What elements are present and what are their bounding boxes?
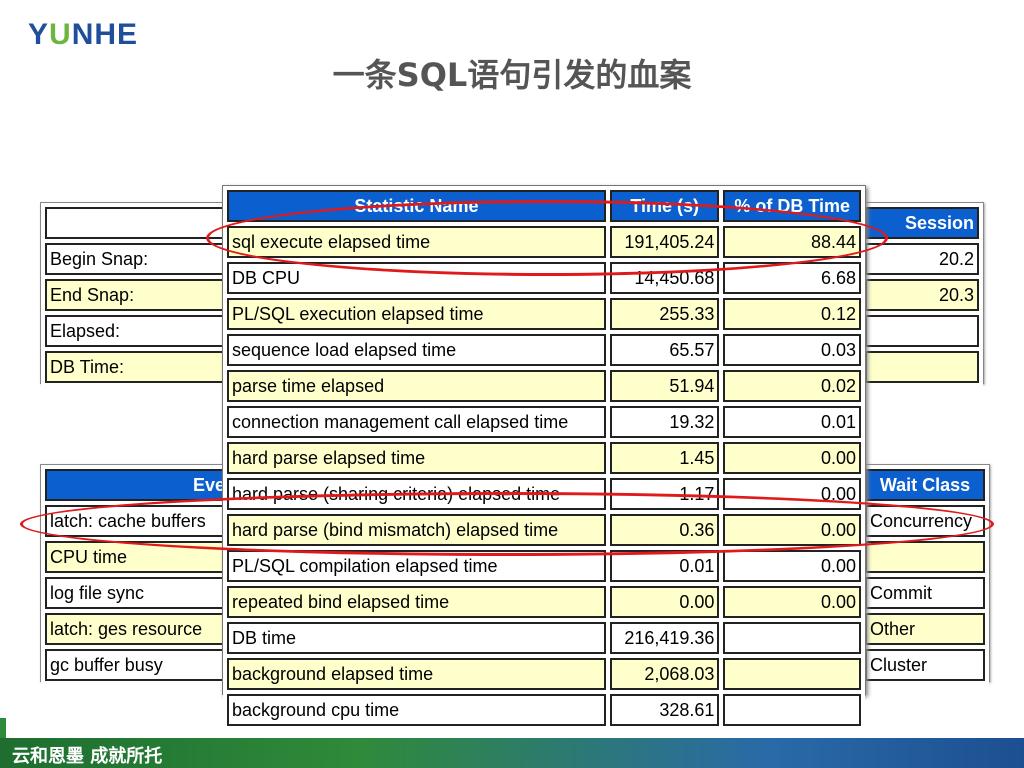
pct-db-time-cell <box>723 694 861 726</box>
pct-db-time-cell: 0.12 <box>723 298 861 330</box>
statistic-name-cell: background cpu time <box>227 694 606 726</box>
table-row: hard parse elapsed time 1.45 0.00 <box>227 442 861 474</box>
time-cell: 2,068.03 <box>609 658 720 690</box>
table-row: background elapsed time 2,068.03 <box>227 658 861 690</box>
time-cell: 19.32 <box>609 406 720 438</box>
table-row: PL/SQL compilation elapsed time 0.01 0.00 <box>227 550 861 582</box>
wait-class-header: Wait Class <box>865 469 985 501</box>
pct-db-time-cell: 0.02 <box>723 370 861 402</box>
pct-db-time-cell <box>723 658 861 690</box>
statistic-name-cell: parse time elapsed <box>227 370 606 402</box>
time-cell: 0.01 <box>609 550 720 582</box>
wait-class-row <box>865 541 985 573</box>
time-cell: 328.61 <box>609 694 720 726</box>
event-table-left: Event latch: cache buffers CPU time log … <box>40 464 252 685</box>
pct-db-time-cell: 0.00 <box>723 550 861 582</box>
header-time: Time (s) <box>609 190 720 222</box>
header-pct-db-time: % of DB Time <box>723 190 861 222</box>
snapshot-label: End Snap: <box>45 279 247 311</box>
statistic-name-cell: repeated bind elapsed time <box>227 586 606 618</box>
footer-slogan: 云和恩墨 成就所托 <box>12 746 163 767</box>
statistic-name-cell: hard parse elapsed time <box>227 442 606 474</box>
pct-db-time-cell: 6.68 <box>723 262 861 294</box>
header-statistic-name: Statistic Name <box>227 190 606 222</box>
time-cell: 51.94 <box>609 370 720 402</box>
statistic-name-cell: sequence load elapsed time <box>227 334 606 366</box>
wait-class-row: Other <box>865 613 985 645</box>
pct-db-time-cell: 0.01 <box>723 406 861 438</box>
event-row: CPU time <box>45 541 247 573</box>
pct-db-time-cell: 0.00 <box>723 478 861 510</box>
table-row: connection management call elapsed time 1… <box>227 406 861 438</box>
table-row: parse time elapsed 51.94 0.02 <box>227 370 861 402</box>
wait-class-row: Cluster <box>865 649 985 681</box>
statistic-name-cell: DB CPU <box>227 262 606 294</box>
session-value: 20.2 <box>865 243 979 275</box>
time-cell: 0.00 <box>609 586 720 618</box>
pct-db-time-cell: 0.00 <box>723 514 861 546</box>
time-cell: 0.36 <box>609 514 720 546</box>
session-value <box>865 315 979 347</box>
statistic-name-cell: PL/SQL compilation elapsed time <box>227 550 606 582</box>
snapshot-table-left: Begin Snap: End Snap: Elapsed: DB Time: <box>40 202 252 387</box>
table-row: hard parse (sharing criteria) elapsed ti… <box>227 478 861 510</box>
time-cell: 14,450.68 <box>609 262 720 294</box>
table-row: DB CPU 14,450.68 6.68 <box>227 262 861 294</box>
statistic-name-cell: PL/SQL execution elapsed time <box>227 298 606 330</box>
time-model-statistics-table: Statistic Name Time (s) % of DB Time sql… <box>222 185 866 730</box>
event-header: Event <box>45 469 247 501</box>
pct-db-time-cell <box>723 622 861 654</box>
company-logo: YUNHE <box>28 18 139 51</box>
snapshot-label: Elapsed: <box>45 315 247 347</box>
table-row: repeated bind elapsed time 0.00 0.00 <box>227 586 861 618</box>
table-row: background cpu time 328.61 <box>227 694 861 726</box>
pct-db-time-cell: 0.03 <box>723 334 861 366</box>
statistic-name-cell: DB time <box>227 622 606 654</box>
time-cell: 191,405.24 <box>609 226 720 258</box>
table-row: sequence load elapsed time 65.57 0.03 <box>227 334 861 366</box>
snapshot-blank-header <box>45 207 247 239</box>
pct-db-time-cell: 0.00 <box>723 442 861 474</box>
footer-bar: 云和恩墨 成就所托 <box>0 738 1024 768</box>
table-row: DB time 216,419.36 <box>227 622 861 654</box>
table-row: sql execute elapsed time 191,405.24 88.44 <box>227 226 861 258</box>
wait-class-row: Concurrency <box>865 505 985 537</box>
session-value: 20.3 <box>865 279 979 311</box>
pct-db-time-cell: 0.00 <box>723 586 861 618</box>
table-row: hard parse (bind mismatch) elapsed time 0… <box>227 514 861 546</box>
time-cell: 1.45 <box>609 442 720 474</box>
event-row: gc buffer busy <box>45 649 247 681</box>
event-row: log file sync <box>45 577 247 609</box>
statistic-name-cell: sql execute elapsed time <box>227 226 606 258</box>
time-cell: 65.57 <box>609 334 720 366</box>
pct-db-time-cell: 88.44 <box>723 226 861 258</box>
snapshot-label: DB Time: <box>45 351 247 383</box>
time-cell: 216,419.36 <box>609 622 720 654</box>
table-row: PL/SQL execution elapsed time 255.33 0.12 <box>227 298 861 330</box>
statistic-name-cell: connection management call elapsed time <box>227 406 606 438</box>
slide-title: 一条SQL语句引发的血案 <box>332 56 692 94</box>
session-value <box>865 351 979 383</box>
wait-class-row: Commit <box>865 577 985 609</box>
snapshot-table-right: Session 20.2 20.3 <box>860 202 984 387</box>
statistic-name-cell: background elapsed time <box>227 658 606 690</box>
footer-accent-bar <box>0 718 6 738</box>
event-row: latch: ges resource <box>45 613 247 645</box>
time-cell: 1.17 <box>609 478 720 510</box>
session-header: Session <box>865 207 979 239</box>
event-row: latch: cache buffers <box>45 505 247 537</box>
event-table-right: Wait Class Concurrency Commit Other Clus… <box>860 464 990 685</box>
statistic-name-cell: hard parse (bind mismatch) elapsed time <box>227 514 606 546</box>
statistic-name-cell: hard parse (sharing criteria) elapsed ti… <box>227 478 606 510</box>
time-cell: 255.33 <box>609 298 720 330</box>
snapshot-label: Begin Snap: <box>45 243 247 275</box>
